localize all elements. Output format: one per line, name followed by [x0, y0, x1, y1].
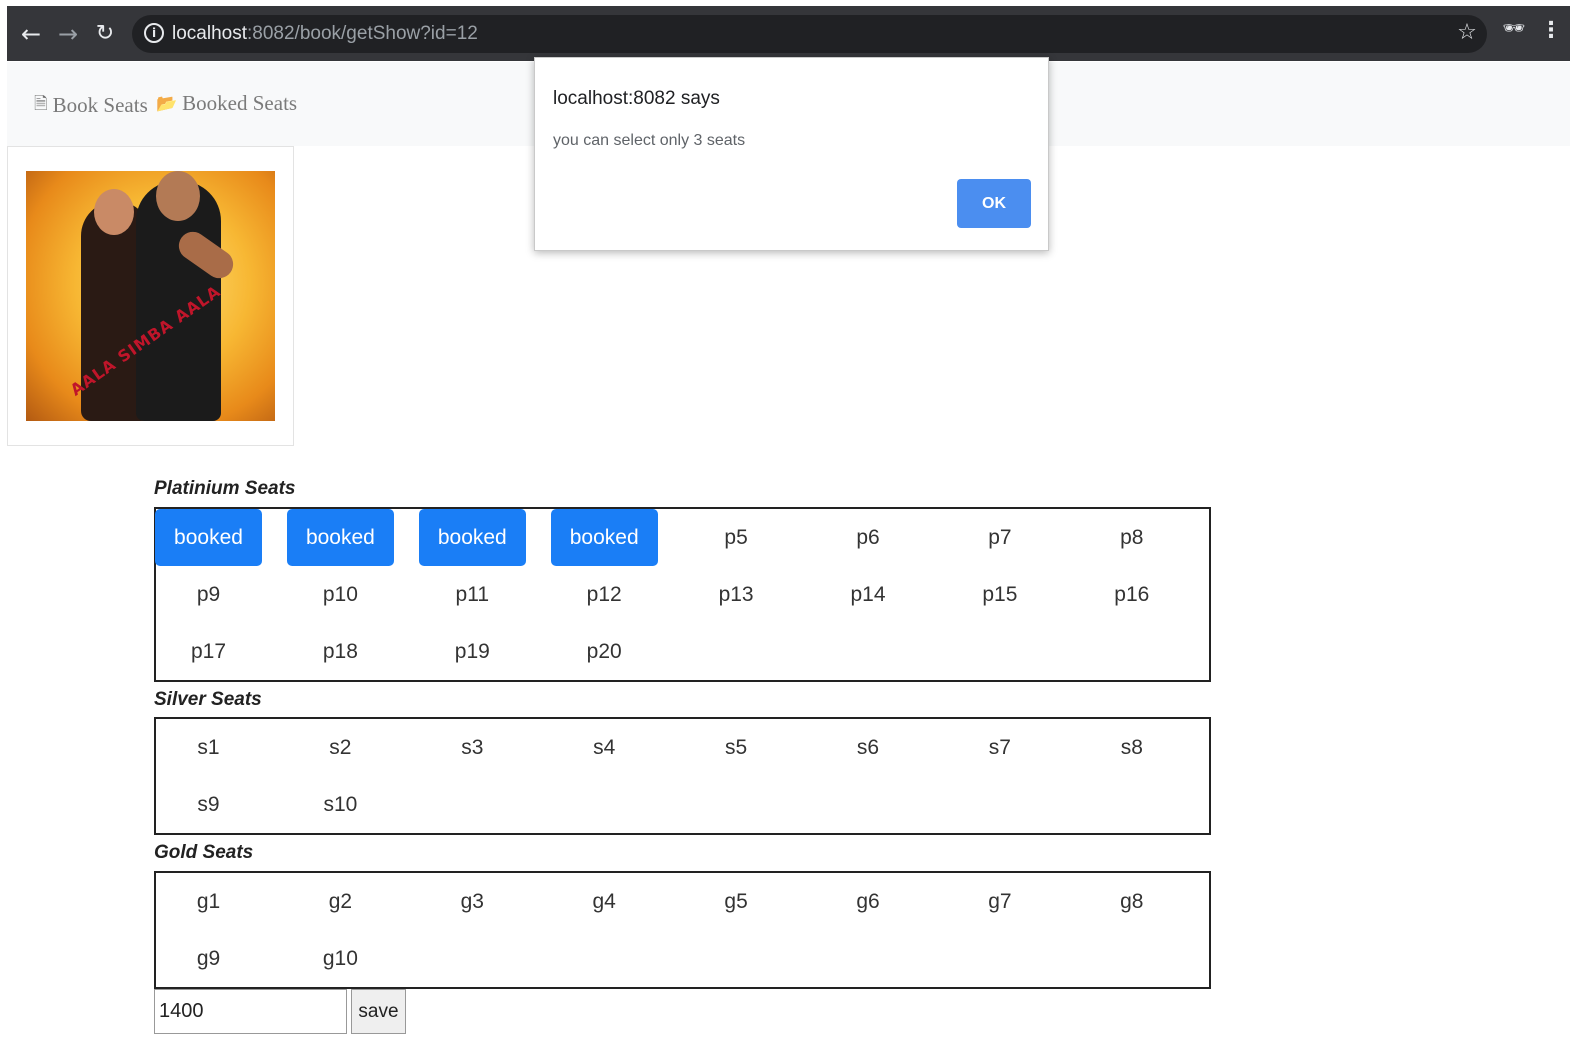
file-icon: 🗎	[34, 94, 48, 114]
seat-s7[interactable]: s7	[946, 719, 1053, 776]
url-host: localhost	[172, 23, 247, 44]
seat-p14[interactable]: p14	[815, 566, 922, 623]
seat-booked[interactable]: booked	[418, 509, 526, 566]
seat-s3[interactable]: s3	[419, 719, 526, 776]
seat-p11[interactable]: p11	[419, 566, 526, 623]
seat-p12[interactable]: p12	[551, 566, 658, 623]
silver-seat-grid: s1 s2 s3 s4 s5 s6 s7 s8 s9 s10	[154, 717, 1211, 835]
seat-s6[interactable]: s6	[815, 719, 922, 776]
seat-g2[interactable]: g2	[287, 873, 394, 930]
url-text[interactable]: localhost:8082/book/getShow?id=12	[172, 23, 478, 45]
seat-g9[interactable]: g9	[155, 930, 262, 987]
save-button[interactable]: save	[351, 989, 406, 1034]
bookmark-star-icon[interactable]: ☆	[1453, 20, 1481, 48]
seat-p15[interactable]: p15	[946, 566, 1053, 623]
alert-dialog: localhost:8082 says you can select only …	[534, 57, 1049, 251]
seat-g4[interactable]: g4	[551, 873, 658, 930]
seat-g1[interactable]: g1	[155, 873, 262, 930]
seat-g8[interactable]: g8	[1078, 873, 1185, 930]
info-icon[interactable]: i	[144, 23, 164, 43]
folder-open-icon: 📂	[156, 93, 178, 114]
incognito-icon[interactable]: 🕶	[1499, 18, 1529, 48]
address-bar[interactable]: i localhost:8082/book/getShow?id=12	[132, 15, 1487, 53]
back-arrow-icon[interactable]: ←	[13, 6, 49, 61]
kebab-menu-icon[interactable]: ⋮	[1539, 18, 1563, 48]
movie-poster-image: AALA SIMBA AALA	[26, 171, 275, 421]
seat-g7[interactable]: g7	[946, 873, 1053, 930]
seat-s9[interactable]: s9	[155, 776, 262, 833]
nav-book-seats-link[interactable]: 🗎 Book Seats	[34, 91, 148, 120]
seat-p20[interactable]: p20	[551, 623, 658, 680]
seat-p5[interactable]: p5	[683, 509, 790, 566]
seat-p6[interactable]: p6	[815, 509, 922, 566]
seat-booked[interactable]: booked	[550, 509, 658, 566]
seat-booked[interactable]: booked	[155, 509, 262, 566]
seat-s8[interactable]: s8	[1078, 719, 1185, 776]
platinum-section-title: Platinium Seats	[154, 478, 296, 499]
amount-input[interactable]: 1400	[154, 989, 347, 1034]
nav-booked-seats-link[interactable]: 📂 Booked Seats	[156, 91, 297, 116]
seat-p10[interactable]: p10	[287, 566, 394, 623]
dialog-title: localhost:8082 says	[553, 88, 720, 109]
seat-p17[interactable]: p17	[155, 623, 262, 680]
url-path: :8082/book/getShow?id=12	[247, 23, 478, 44]
platinum-seat-grid: booked booked booked booked p5 p6 p7 p8 p9 p10 p11…	[154, 507, 1211, 682]
seat-s2[interactable]: s2	[287, 719, 394, 776]
seat-p7[interactable]: p7	[946, 509, 1053, 566]
dialog-message: you can select only 3 seats	[553, 132, 746, 149]
seat-g3[interactable]: g3	[419, 873, 526, 930]
seat-s1[interactable]: s1	[155, 719, 262, 776]
dialog-ok-button[interactable]: OK	[957, 179, 1031, 228]
seat-g6[interactable]: g6	[815, 873, 922, 930]
gold-section-title: Gold Seats	[154, 842, 254, 863]
seat-p13[interactable]: p13	[683, 566, 790, 623]
nav-booked-seats-label: Booked Seats	[182, 91, 298, 115]
seat-s10[interactable]: s10	[287, 776, 394, 833]
seat-p16[interactable]: p16	[1078, 566, 1185, 623]
silver-section-title: Silver Seats	[154, 689, 262, 710]
poster-card: AALA SIMBA AALA	[7, 146, 294, 446]
seat-booked[interactable]: booked	[286, 509, 394, 566]
seat-s4[interactable]: s4	[551, 719, 658, 776]
gold-seat-grid: g1 g2 g3 g4 g5 g6 g7 g8 g9 g10	[154, 871, 1211, 989]
seat-g5[interactable]: g5	[683, 873, 790, 930]
browser-toolbar: ← → ↻ i localhost:8082/book/getShow?id=1…	[7, 6, 1570, 61]
reload-icon[interactable]: ↻	[87, 6, 123, 61]
seat-p9[interactable]: p9	[155, 566, 262, 623]
seat-g10[interactable]: g10	[287, 930, 394, 987]
seat-s5[interactable]: s5	[683, 719, 790, 776]
forward-arrow-icon[interactable]: →	[50, 6, 86, 61]
nav-book-seats-label: Book Seats	[52, 93, 148, 117]
seat-p18[interactable]: p18	[287, 623, 394, 680]
seat-p19[interactable]: p19	[419, 623, 526, 680]
seat-p8[interactable]: p8	[1078, 509, 1185, 566]
